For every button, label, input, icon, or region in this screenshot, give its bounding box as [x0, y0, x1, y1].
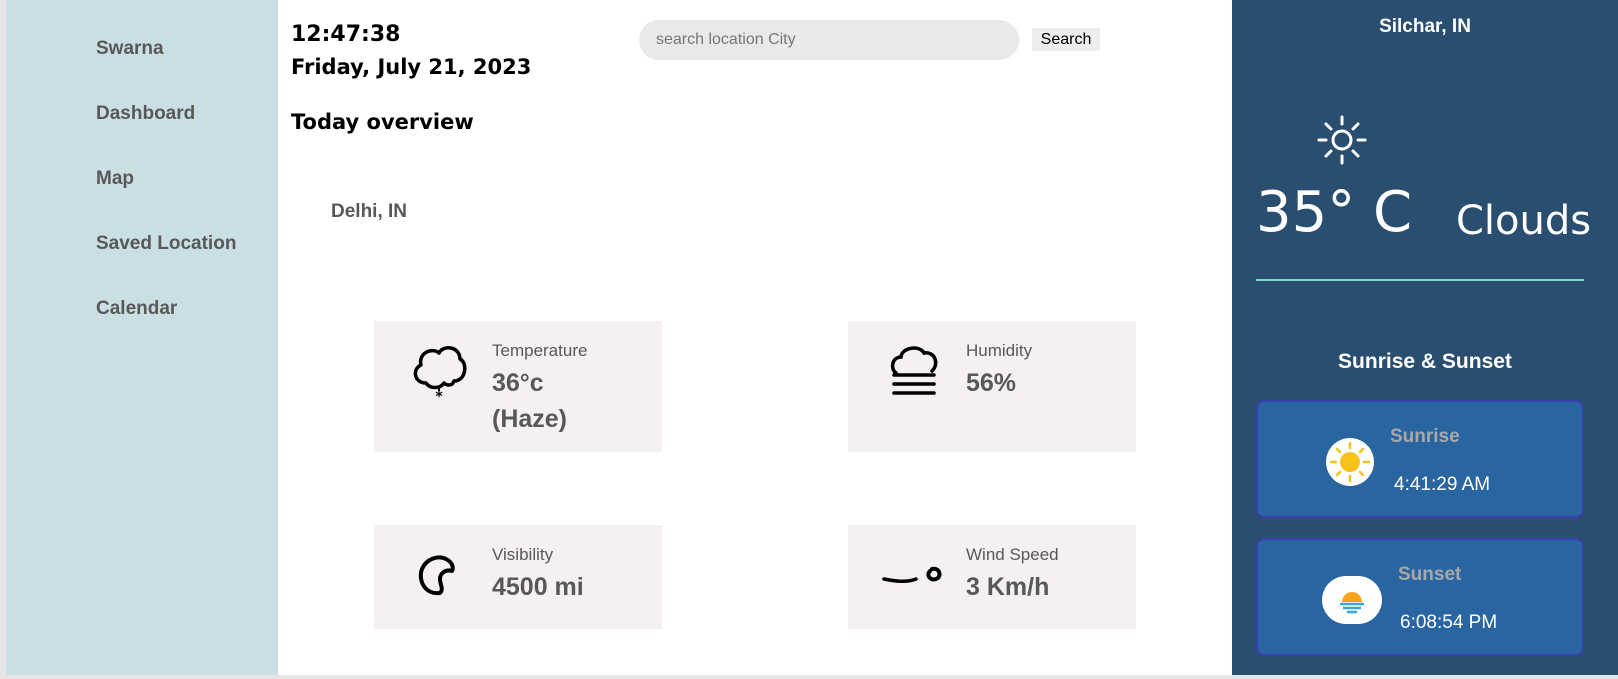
temperature-label: Temperature	[492, 341, 588, 360]
visibility-value: 4500 mi	[492, 573, 584, 601]
search-input[interactable]	[639, 20, 1019, 60]
sidebar-item-dashboard[interactable]: Dashboard	[96, 103, 195, 125]
overview-location: Delhi, IN	[331, 201, 408, 222]
sidebar-item-swarna[interactable]: Swarna	[96, 38, 164, 60]
sunset-icon	[1322, 576, 1382, 624]
temperature-value: 36°c	[492, 369, 544, 397]
fog-icon	[888, 343, 940, 405]
page-title: Today overview	[291, 110, 474, 134]
sunset-label: Sunset	[1398, 564, 1462, 585]
sunrise-sunset-title: Sunrise & Sunset	[1338, 350, 1512, 373]
sidebar: Swarna Dashboard Map Saved Location Cale…	[6, 0, 278, 675]
wind-icon	[882, 561, 946, 593]
sidebar-item-map[interactable]: Map	[96, 168, 134, 190]
humidity-value: 56%	[966, 369, 1017, 397]
sidebar-item-saved-location[interactable]: Saved Location	[96, 233, 236, 255]
temperature-condition: (Haze)	[492, 405, 568, 433]
svg-text:*: *	[435, 389, 443, 403]
temperature-card: * Temperature 36°c (Haze)	[374, 321, 662, 452]
current-weather-panel: Silchar, IN 35° C Clouds Sunrise & Sunse…	[1232, 0, 1618, 675]
current-condition: Clouds	[1456, 198, 1592, 244]
current-date: Friday, July 21, 2023	[291, 55, 532, 79]
humidity-card: Humidity 56%	[848, 321, 1136, 452]
visibility-card: Visibility 4500 mi	[374, 525, 662, 629]
sunrise-icon	[1326, 438, 1374, 486]
divider	[1256, 279, 1584, 281]
sunset-card: Sunset 6:08:54 PM	[1256, 538, 1584, 656]
visibility-label: Visibility	[492, 545, 554, 564]
current-city: Silchar, IN	[1379, 16, 1471, 37]
current-temperature: 35° C	[1256, 180, 1413, 245]
wind-speed-value: 3 Km/h	[966, 573, 1050, 601]
moon-icon	[416, 553, 456, 601]
cloud-snow-icon: *	[410, 339, 468, 407]
sunrise-time: 4:41:29 AM	[1394, 474, 1491, 495]
sidebar-item-calendar[interactable]: Calendar	[96, 298, 177, 320]
main-content: 12:47:38 Friday, July 21, 2023 Today ove…	[278, 0, 1232, 675]
current-time: 12:47:38	[291, 22, 401, 47]
sun-icon	[1316, 114, 1368, 170]
humidity-label: Humidity	[966, 341, 1033, 360]
search-button[interactable]: Search	[1032, 28, 1100, 51]
wind-speed-card: Wind Speed 3 Km/h	[848, 525, 1136, 629]
wind-speed-label: Wind Speed	[966, 545, 1059, 564]
sunset-time: 6:08:54 PM	[1400, 612, 1498, 633]
window-bottom-edge	[0, 675, 1618, 679]
sunrise-card: Sunrise 4:41:29 AM	[1256, 400, 1584, 518]
sunrise-label: Sunrise	[1390, 426, 1460, 447]
